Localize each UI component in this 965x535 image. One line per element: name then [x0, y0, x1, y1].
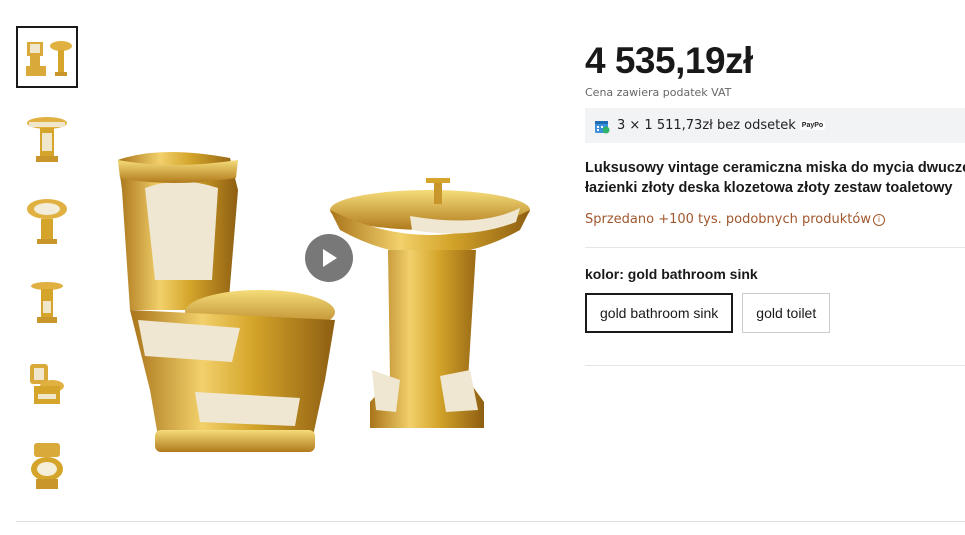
color-option-gold-bathroom-sink[interactable]: gold bathroom sink — [585, 293, 734, 333]
price: 4 535,19zł — [585, 40, 753, 81]
info-icon[interactable]: i — [872, 214, 885, 226]
vat-note: Cena zawiera podatek VAT — [585, 86, 732, 99]
sold-count: Sprzedano +100 tys. podobnych produktów i — [585, 212, 965, 227]
thumbnail-toilet-and-sink-set[interactable] — [16, 26, 78, 88]
calendar-icon — [595, 120, 610, 133]
sold-text: Sprzedano +100 tys. podobnych produktów — [585, 212, 871, 227]
play-icon — [323, 249, 337, 267]
product-info-panel: 4 535,19zł Cena zawiera podatek VAT 3 × … — [585, 40, 965, 227]
divider — [585, 365, 965, 366]
thumbnail-strip — [16, 26, 82, 518]
thumbnail-sink-top-view[interactable] — [16, 190, 78, 252]
divider — [16, 521, 965, 522]
thumbnail-toilet-open-lid[interactable] — [16, 354, 78, 416]
product-title-line-2: łazienki złoty deska klozetowa złoty zes… — [585, 180, 953, 196]
play-video-button[interactable] — [305, 234, 353, 282]
product-title: Luksusowy vintage ceramiczna miska do my… — [585, 158, 965, 198]
color-option-gold-toilet[interactable]: gold toilet — [742, 293, 831, 333]
paypo-logo: PayPo — [799, 121, 826, 130]
divider — [585, 247, 965, 248]
thumbnail-bathroom-sink[interactable] — [16, 108, 78, 170]
installments-banner[interactable]: 3 × 1 511,73zł bez odsetek PayPo — [585, 108, 965, 143]
color-label: kolor: gold bathroom sink — [585, 266, 758, 282]
product-title-line-1: Luksusowy vintage ceramiczna miska do my… — [585, 160, 965, 176]
installments-text: 3 × 1 511,73zł bez odsetek — [617, 118, 796, 133]
color-options: gold bathroom sink gold toilet — [585, 293, 831, 333]
thumbnail-sink-pedestal[interactable] — [16, 272, 78, 334]
thumbnail-toilet-seat[interactable] — [16, 436, 78, 498]
main-product-image[interactable] — [100, 130, 560, 470]
